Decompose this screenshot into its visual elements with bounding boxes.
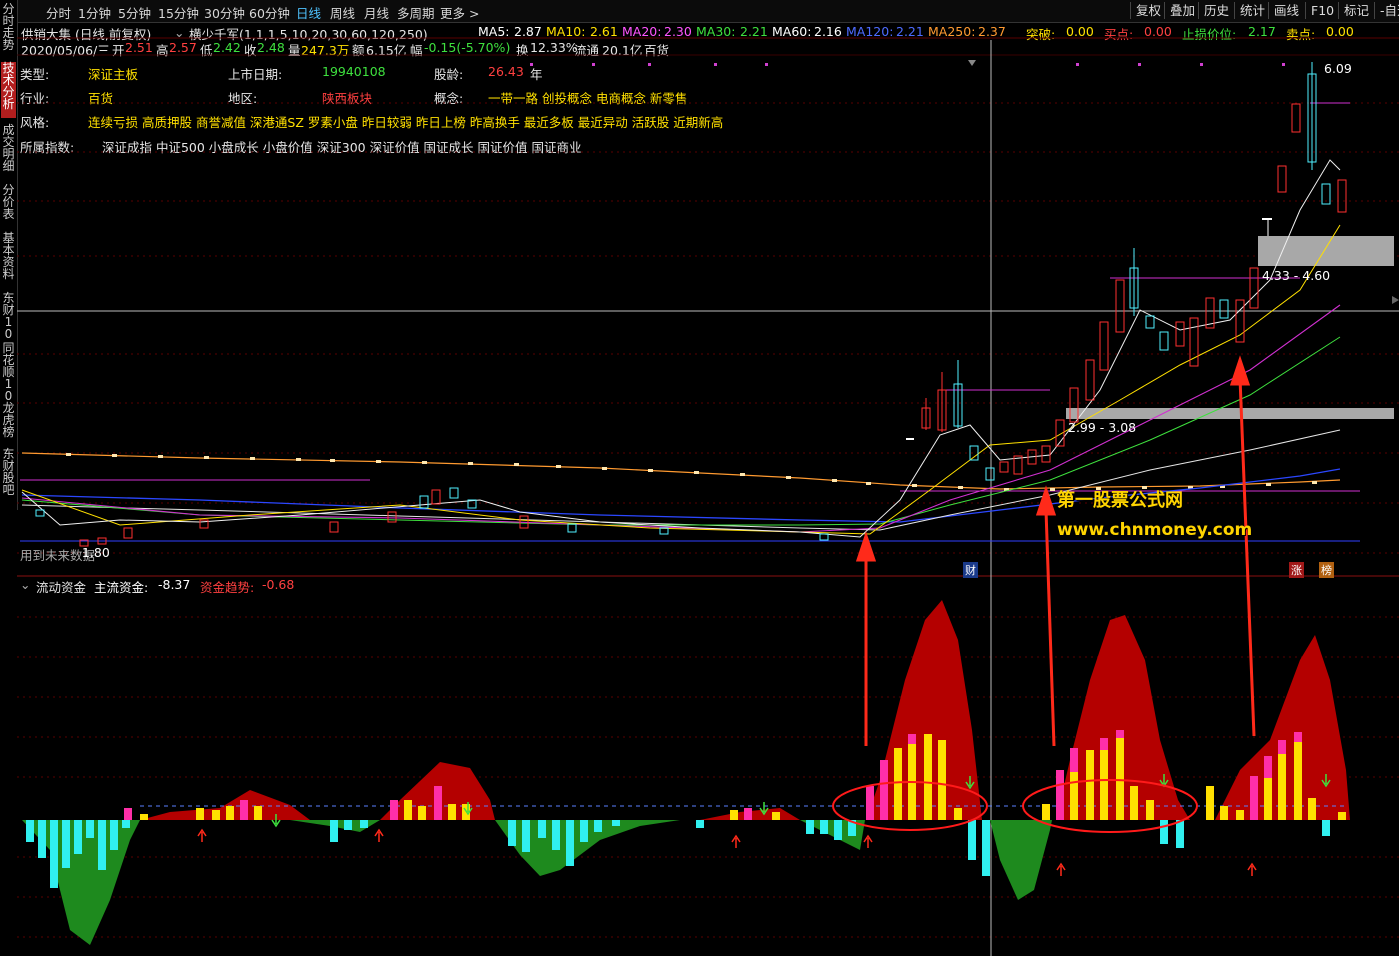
main-fund-label: 主流资金:: [94, 580, 149, 595]
price-high-label: 6.09: [1324, 61, 1352, 76]
lower-indicator-name[interactable]: 流动资金: [36, 577, 86, 596]
price-low-label: 1.80: [82, 545, 110, 560]
limit-up-badge[interactable]: 涨: [1289, 562, 1304, 578]
fund-trend-label: 资金趋势:: [200, 580, 255, 595]
kline-chart-area[interactable]: [0, 0, 1399, 956]
watermark-title: 第一股票公式网: [1057, 490, 1183, 511]
finance-badge[interactable]: 财: [963, 562, 978, 578]
fund-trend-value: -0.68: [262, 577, 295, 592]
watermark-url: www.chnmoney.com: [1057, 520, 1253, 540]
chevron-down-icon[interactable]: ⌄: [20, 577, 30, 592]
ranking-badge[interactable]: 榜: [1319, 562, 1334, 578]
lower-zone-label: 2.99 - 3.08: [1068, 420, 1137, 435]
upper-zone-label: 4.33 - 4.60: [1262, 268, 1331, 283]
main-fund-value: -8.37: [158, 577, 191, 592]
fund-area: [22, 600, 1350, 945]
